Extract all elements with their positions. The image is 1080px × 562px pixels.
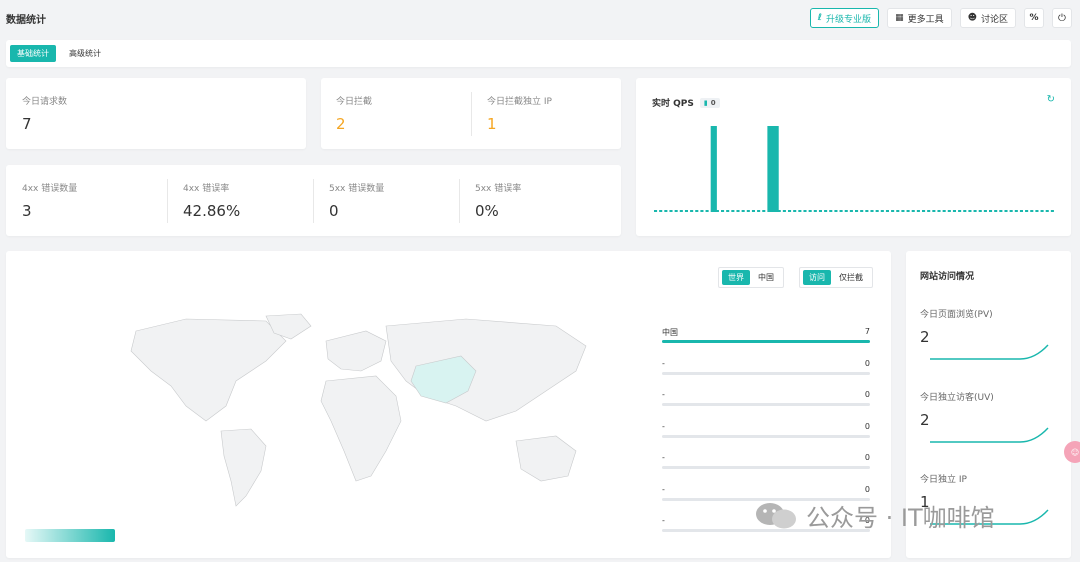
country-bar (662, 371, 870, 375)
country-row: -0 (662, 390, 870, 420)
blocked-ip-value: 1 (487, 115, 497, 133)
5xx-count-label: 5xx 错误数量 (329, 184, 385, 194)
grid-icon: ▦ (895, 13, 904, 23)
percent-icon: % (1029, 13, 1039, 23)
watermark-text: 公众号 · IT咖啡馆 (806, 504, 995, 532)
divider (459, 179, 460, 223)
tab-basic-stats[interactable]: 基础统计 (10, 45, 56, 62)
country-row: -0 (662, 453, 870, 483)
country-count: 0 (864, 421, 870, 431)
uv-stat: 今日独立访客(UV) 2 (920, 390, 1049, 443)
map-north-america (130, 318, 287, 422)
country-bar (662, 403, 870, 406)
forum-label: 讨论区 (980, 14, 1008, 25)
country-bar (662, 434, 870, 438)
ip-label: 今日独立 IP (920, 475, 967, 485)
5xx-count-value: 0 (329, 202, 339, 220)
region-world-option[interactable]: 世界 (722, 270, 750, 285)
qps-chart (654, 126, 1054, 212)
country-name: - (662, 421, 665, 431)
map-legend-gradient (25, 529, 115, 542)
header-actions: ℓ 升级专业版 ▦ 更多工具 ☻ 讨论区 % ⏻ (809, 8, 1072, 28)
country-name: - (662, 453, 665, 462)
smile-icon: ☺ (1070, 447, 1080, 457)
logout-icon: ⏻ (1058, 12, 1066, 24)
qps-bar (772, 126, 779, 212)
watermark: 公众号 · IT咖啡馆 (754, 498, 995, 533)
stats-tabs: 基础统计 高级统计 (6, 40, 1071, 67)
5xx-rate-label: 5xx 错误率 (475, 184, 522, 194)
settings-button[interactable]: % (1024, 8, 1044, 28)
forum-button[interactable]: ☻ 讨论区 (959, 8, 1016, 28)
region-china-option[interactable]: 中国 (752, 270, 780, 285)
feedback-float-button[interactable]: ☺ (1064, 441, 1080, 463)
upgrade-icon: ℓ (817, 13, 823, 23)
divider (471, 92, 472, 136)
divider (313, 179, 314, 223)
country-name: - (662, 390, 665, 399)
divider (167, 179, 168, 223)
site-visits-title: 网站访问情况 (920, 272, 975, 282)
mode-visit-option[interactable]: 访问 (803, 270, 831, 285)
country-name: - (662, 516, 665, 525)
country-name: 中国 (662, 328, 678, 337)
more-tools-label: 更多工具 (907, 14, 944, 25)
requests-label: 今日请求数 (22, 97, 68, 107)
pv-label: 今日页面浏览(PV) (920, 310, 993, 320)
requests-card: 今日请求数 7 (6, 78, 306, 149)
country-name: - (662, 358, 665, 368)
country-count: 0 (864, 484, 870, 494)
logout-button[interactable]: ⏻ (1052, 8, 1072, 28)
country-row: 中国 7 (662, 327, 870, 357)
map-africa (320, 375, 402, 482)
4xx-count-value: 3 (22, 202, 32, 220)
tab-advanced-stats[interactable]: 高级统计 (62, 45, 108, 62)
4xx-rate-label: 4xx 错误率 (183, 184, 230, 194)
page-title: 数据统计 (6, 14, 46, 26)
map-south-america (220, 428, 267, 507)
country-bar (662, 466, 870, 469)
world-map (130, 313, 587, 507)
country-bar-fill (662, 340, 870, 343)
country-row: -0 (662, 422, 870, 452)
requests-value: 7 (22, 115, 32, 133)
top-bar: 数据统计 ℓ 升级专业版 ▦ 更多工具 ☻ 讨论区 % ⏻ (0, 0, 1080, 36)
errors-card: 4xx 错误数量 3 4xx 错误率 42.86% 5xx 错误数量 0 5xx… (6, 165, 621, 236)
pv-sparkline (930, 344, 1049, 360)
uv-label: 今日独立访客(UV) (920, 393, 994, 403)
more-tools-button[interactable]: ▦ 更多工具 (887, 8, 952, 28)
country-row: -0 (662, 359, 870, 389)
users-icon: ☻ (967, 13, 977, 23)
4xx-count-label: 4xx 错误数量 (22, 184, 78, 194)
country-count: 0 (864, 358, 870, 368)
mode-toggle: 访问 仅拦截 (799, 267, 873, 288)
blocked-label: 今日拦截 (336, 97, 373, 107)
mode-blocked-option[interactable]: 仅拦截 (833, 270, 869, 285)
country-bar (662, 340, 870, 343)
blocked-value: 2 (336, 115, 346, 133)
upgrade-label: 升级专业版 (826, 14, 872, 25)
pv-stat: 今日页面浏览(PV) 2 (920, 307, 1049, 360)
qps-card: 实时 QPS ▮ 0 ↻ (636, 78, 1071, 236)
country-count: 7 (864, 327, 870, 336)
country-count: 0 (864, 453, 870, 462)
wechat-icon (756, 502, 796, 528)
blocked-card: 今日拦截 2 今日拦截独立 IP 1 (321, 78, 621, 149)
blocked-ip-label: 今日拦截独立 IP (487, 97, 552, 107)
country-count: 0 (864, 390, 870, 399)
5xx-rate-value: 0% (475, 202, 499, 220)
country-name: - (662, 484, 665, 494)
qps-bar (710, 126, 717, 212)
4xx-rate-value: 42.86% (183, 202, 241, 220)
region-toggle: 世界 中国 (718, 267, 784, 288)
uv-sparkline (930, 427, 1049, 443)
map-europe (325, 330, 387, 372)
upgrade-button[interactable]: ℓ 升级专业版 (809, 8, 880, 28)
map-australia (515, 435, 577, 482)
